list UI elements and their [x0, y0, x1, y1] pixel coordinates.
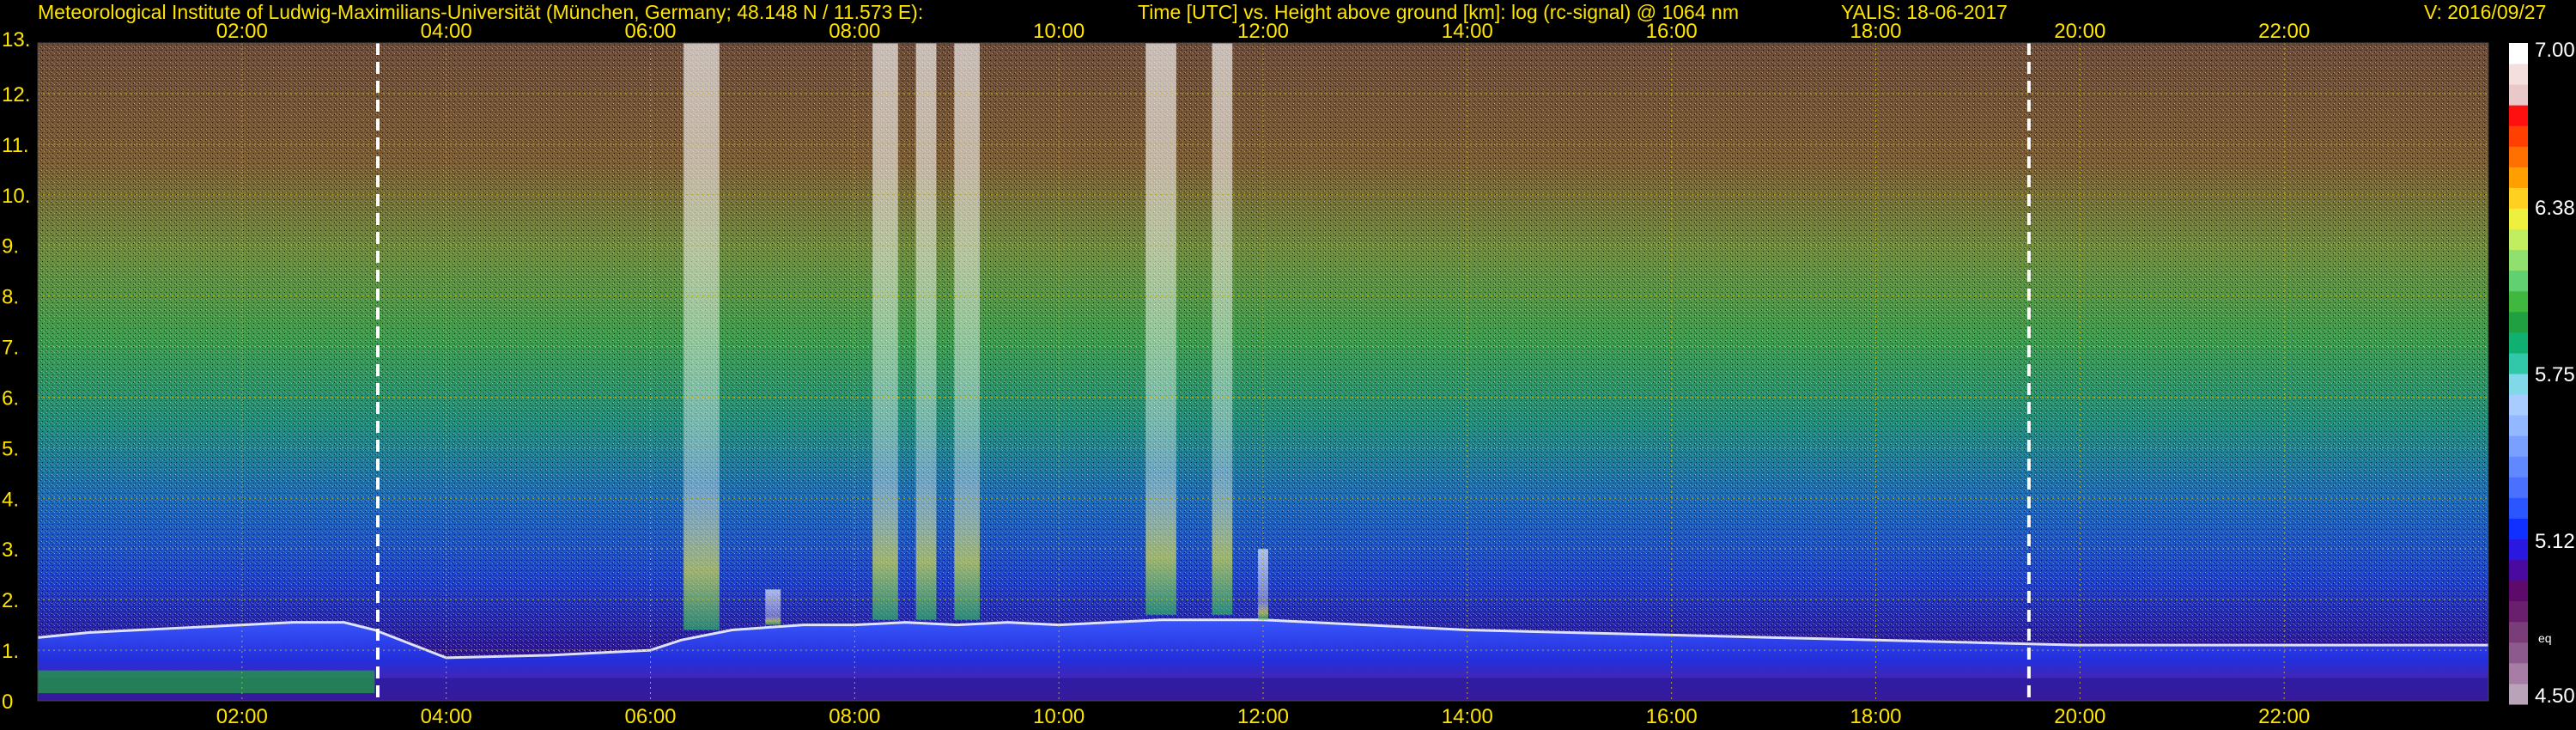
- colorbar-swatch: [2509, 167, 2528, 188]
- y-tick-label: 1.: [2, 640, 19, 663]
- y-tick-label: 7.: [2, 337, 19, 360]
- colorbar-swatch: [2509, 580, 2528, 602]
- colorbar-swatch: [2509, 435, 2528, 457]
- cloud-plume: [915, 43, 937, 620]
- colorbar-swatch: [2509, 415, 2528, 436]
- x-tick-label-top: 18:00: [1850, 20, 1901, 43]
- x-tick-label-bottom: 18:00: [1850, 705, 1901, 728]
- y-axis: 0 1. 2. 3. 4. 5. 6. 7. 8. 9. 10. 11. 12. 13.: [2, 28, 30, 714]
- cloud-plume: [872, 43, 898, 620]
- colorbar-swatch: [2509, 477, 2528, 498]
- colorbar-swatch: [2509, 559, 2528, 581]
- x-tick-label-bottom: 10:00: [1033, 705, 1084, 728]
- colorbar-swatch: [2509, 228, 2528, 251]
- x-tick-label-bottom: 14:00: [1442, 705, 1493, 728]
- colorbar-label: 6.38: [2535, 197, 2575, 220]
- y-tick-label: 13.: [2, 28, 30, 52]
- colorbar-mark-label: eq: [2538, 631, 2552, 645]
- colorbar-label: 4.50: [2535, 684, 2575, 708]
- cloud-plume: [765, 589, 781, 625]
- colorbar-swatch: [2509, 621, 2528, 643]
- colorbar-swatch: [2509, 84, 2528, 106]
- colorbar-swatch: [2509, 146, 2528, 167]
- x-tick-label-bottom: 08:00: [829, 705, 880, 728]
- colorbar-label: 5.12: [2535, 530, 2575, 553]
- colorbar-label: 7.00: [2535, 39, 2575, 62]
- colorbar-swatch: [2509, 105, 2528, 126]
- y-tick-label: 10.: [2, 185, 30, 208]
- colorbar-swatch: [2509, 497, 2528, 519]
- x-tick-label-top: 12:00: [1237, 20, 1289, 43]
- cloud-plume: [683, 43, 720, 630]
- x-tick-label-bottom: 20:00: [2054, 705, 2105, 728]
- x-tick-label-top: 02:00: [216, 20, 268, 43]
- colorbar-swatch: [2509, 600, 2528, 623]
- x-tick-label-top: 06:00: [624, 20, 676, 43]
- colorbar-swatch: [2509, 518, 2528, 539]
- y-tick-label: 12.: [2, 83, 30, 106]
- colorbar: 7.00 6.38 5.75 5.12 4.50 eq: [2509, 39, 2575, 708]
- x-tick-label-bottom: 02:00: [216, 705, 268, 728]
- colorbar-swatch: [2509, 642, 2528, 664]
- colorbar-swatch: [2509, 538, 2528, 561]
- y-tick-label: 4.: [2, 488, 19, 511]
- x-tick-label-top: 10:00: [1033, 20, 1084, 43]
- y-tick-label: 9.: [2, 235, 19, 259]
- x-tick-label-bottom: 16:00: [1646, 705, 1698, 728]
- colorbar-swatch: [2509, 43, 2528, 64]
- colorbar-swatch: [2509, 374, 2528, 395]
- colorbar-label: 5.75: [2535, 363, 2575, 386]
- colorbar-swatch: [2509, 332, 2528, 354]
- x-tick-label-top: 08:00: [829, 20, 880, 43]
- x-tick-label-bottom: 22:00: [2258, 705, 2310, 728]
- colorbar-swatch: [2509, 187, 2528, 209]
- x-axis-bottom: 02:00 04:00 06:00 08:00 10:00 12:00 14:00 16:00…: [216, 705, 2310, 728]
- x-tick-label-bottom: 04:00: [421, 705, 472, 728]
- colorbar-swatch: [2509, 249, 2528, 271]
- y-tick-label: 0: [2, 690, 13, 714]
- colorbar-swatch: [2509, 208, 2528, 230]
- colorbar-swatch: [2509, 311, 2528, 333]
- colorbar-swatch: [2509, 662, 2528, 684]
- x-axis-top: 02:00 04:00 06:00 08:00 10:00 12:00 14:00 16:00…: [216, 20, 2310, 43]
- y-tick-label: 5.: [2, 437, 19, 460]
- cloud-plume: [1145, 43, 1176, 615]
- x-tick-label-top: 20:00: [2054, 20, 2105, 43]
- chart-svg: 02:00 04:00 06:00 08:00 10:00 12:00 14:00 16:00…: [2, 20, 2575, 728]
- x-tick-label-bottom: 06:00: [624, 705, 676, 728]
- residual-layer-green: [38, 670, 375, 694]
- x-tick-label-bottom: 12:00: [1237, 705, 1289, 728]
- colorbar-swatch: [2509, 125, 2528, 147]
- colorbar-swatch: [2509, 290, 2528, 313]
- x-tick-label-top: 14:00: [1442, 20, 1493, 43]
- colorbar-swatch: [2509, 456, 2528, 478]
- y-tick-label: 8.: [2, 286, 19, 309]
- cloud-plume: [954, 43, 981, 620]
- colorbar-swatch: [2509, 352, 2528, 374]
- cloud-plume: [1212, 43, 1233, 615]
- y-tick-label: 2.: [2, 589, 19, 612]
- colorbar-swatch: [2509, 64, 2528, 85]
- y-tick-label: 11.: [2, 134, 29, 157]
- x-tick-label-top: 22:00: [2258, 20, 2310, 43]
- x-tick-label-top: 16:00: [1646, 20, 1698, 43]
- y-tick-label: 6.: [2, 386, 19, 410]
- y-tick-label: 3.: [2, 538, 19, 562]
- colorbar-swatch: [2509, 683, 2528, 705]
- colorbar-swatch: [2509, 394, 2528, 416]
- x-tick-label-top: 04:00: [421, 20, 472, 43]
- colorbar-swatch: [2509, 270, 2528, 292]
